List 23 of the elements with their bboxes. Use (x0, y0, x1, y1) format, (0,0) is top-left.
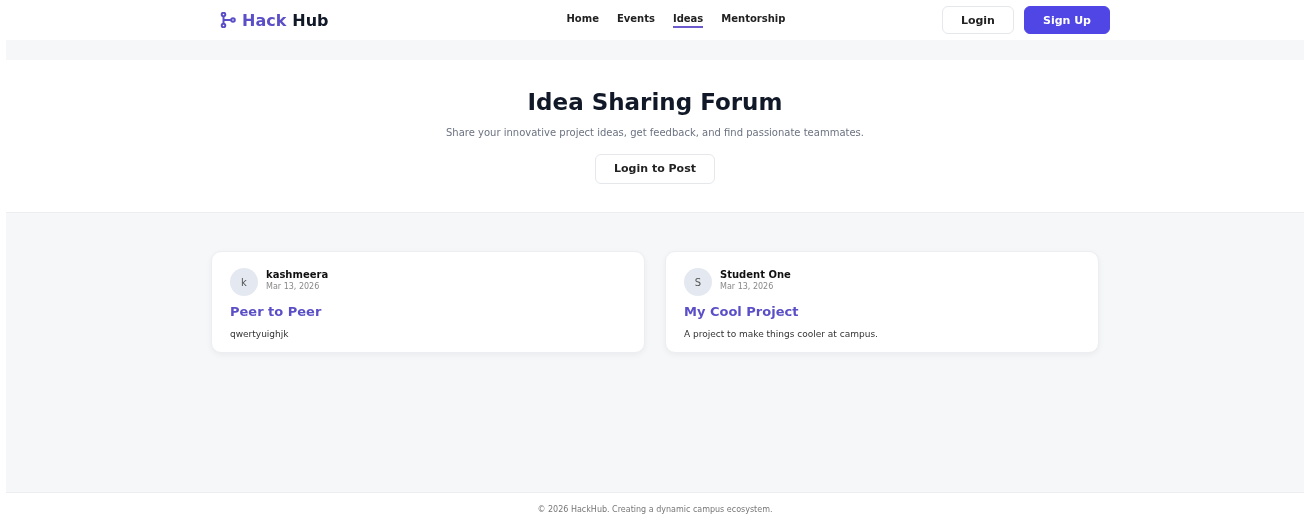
avatar: S (684, 268, 712, 296)
logo-icon (220, 12, 236, 28)
idea-title[interactable]: My Cool Project (684, 304, 1080, 319)
idea-description: A project to make things cooler at campus. (684, 329, 879, 339)
post-date: Mar 13, 2026 (720, 282, 775, 291)
login-to-post-button[interactable]: Login to Post (595, 153, 715, 184)
nav-link[interactable]: Events (616, 12, 655, 28)
brand-suffix: Hub (292, 10, 329, 30)
nav-link[interactable]: Mentorship (721, 12, 786, 28)
nav-link[interactable]: Ideas (672, 12, 704, 28)
page-subtitle: Share your innovative project ideas, get feedback, and find passionate teammates. (446, 126, 864, 138)
author-name: kashmeera (266, 269, 329, 280)
login-button[interactable]: Login (941, 6, 1014, 34)
post-date: Mar 13, 2026 (266, 282, 321, 291)
brand-name: Hack (242, 10, 287, 30)
idea-description: qwertyuighjk (230, 329, 290, 339)
idea-title[interactable]: Peer to Peer (230, 304, 626, 319)
author-name: Student One (720, 269, 791, 280)
signup-button[interactable]: Sign Up (1023, 6, 1110, 34)
footer-text: © 2026 HackHub. Creating a dynamic campus ecosystem. (536, 503, 774, 516)
nav-link[interactable]: Home (566, 12, 599, 28)
avatar: k (230, 268, 258, 296)
page-title: Idea Sharing Forum (527, 88, 783, 115)
